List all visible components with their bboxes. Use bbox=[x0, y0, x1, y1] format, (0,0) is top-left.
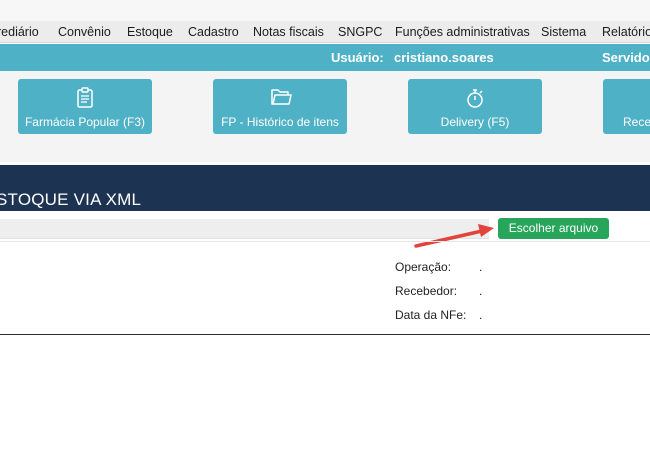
shortcut-label: Farmácia Popular (F3) bbox=[24, 115, 146, 129]
main-menu: rediário Convênio Estoque Cadastro Notas… bbox=[0, 21, 650, 43]
shortcut-label: FP - Histórico de itens bbox=[221, 115, 339, 129]
page-title: STOQUE VIA XML bbox=[0, 190, 142, 209]
server-label: Servidor bbox=[602, 50, 650, 65]
annotation-arrow bbox=[414, 224, 494, 248]
divider-line bbox=[0, 334, 650, 335]
top-strip bbox=[0, 0, 650, 21]
menu-item-cadastro[interactable]: Cadastro bbox=[188, 25, 239, 39]
shortcut-delivery-button[interactable]: Delivery (F5) bbox=[408, 79, 542, 134]
user-label: Usuário: bbox=[331, 50, 384, 65]
menu-item-convenio[interactable]: Convênio bbox=[58, 25, 111, 39]
menu-item-notas-fiscais[interactable]: Notas fiscais bbox=[253, 25, 324, 39]
shortcut-recebimento-button[interactable]: Receb bbox=[603, 79, 650, 134]
menu-item-relatorios[interactable]: Relatórios bbox=[602, 25, 650, 39]
stopwatch-icon bbox=[467, 89, 483, 108]
recebedor-value: . bbox=[479, 284, 483, 298]
menu-item-funcoes-administrativas[interactable]: Funções administrativas bbox=[395, 25, 530, 39]
folder-icon bbox=[271, 89, 292, 105]
menu-item-sistema[interactable]: Sistema bbox=[541, 25, 586, 39]
shortcut-farmacia-popular-button[interactable]: Farmácia Popular (F3) bbox=[18, 79, 152, 134]
data-nfe-label: Data da NFe: bbox=[395, 308, 467, 322]
operacao-value: . bbox=[479, 260, 483, 274]
shortcut-label: Receb bbox=[623, 115, 650, 129]
shortcut-fp-historico-button[interactable]: FP - Histórico de itens bbox=[213, 79, 347, 134]
user-bar: Usuário: cristiano.soares Servidor bbox=[0, 44, 650, 71]
data-nfe-value: . bbox=[479, 308, 483, 322]
page-header: STOQUE VIA XML bbox=[0, 165, 650, 211]
shortcut-label: Delivery (F5) bbox=[440, 115, 510, 129]
recebedor-label: Recebedor: bbox=[395, 284, 458, 298]
user-name: cristiano.soares bbox=[394, 50, 494, 65]
separator bbox=[0, 241, 650, 242]
shortcut-bar: Farmácia Popular (F3) FP - Histórico de … bbox=[0, 71, 650, 162]
menu-item-sngpc[interactable]: SNGPC bbox=[338, 25, 382, 39]
menu-item-crediario[interactable]: rediário bbox=[0, 25, 39, 39]
choose-file-button[interactable]: Escolher arquivo bbox=[498, 218, 609, 239]
menu-item-estoque[interactable]: Estoque bbox=[127, 25, 173, 39]
clipboard-icon bbox=[77, 87, 93, 108]
operacao-label: Operação: bbox=[395, 260, 452, 274]
